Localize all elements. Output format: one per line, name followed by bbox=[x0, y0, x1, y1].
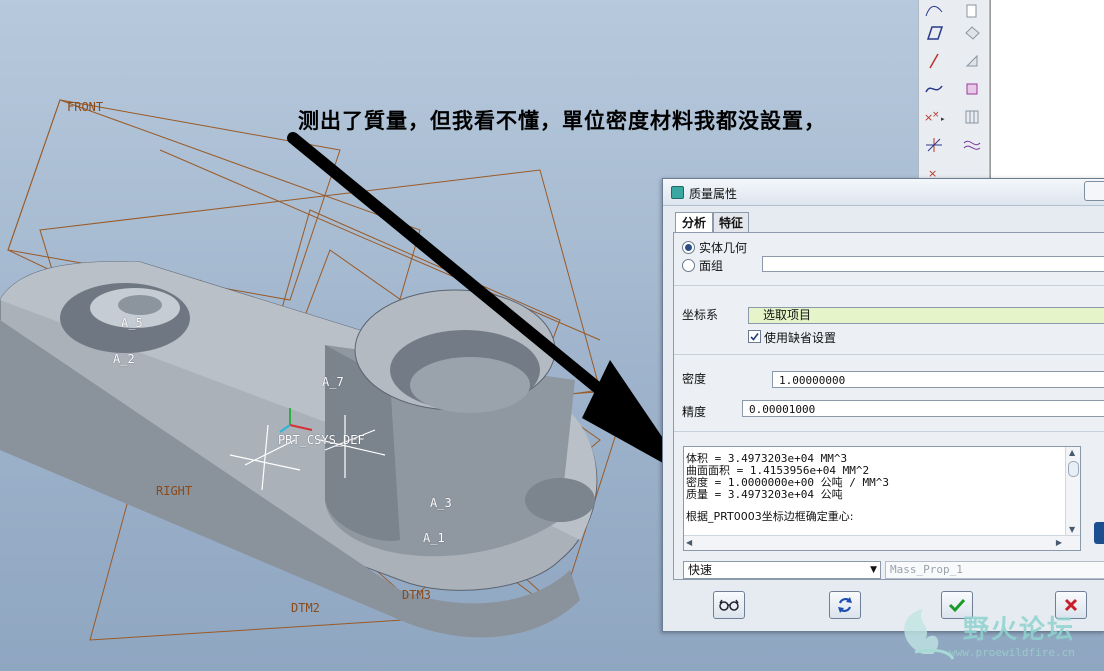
tab-analysis[interactable]: 分析 bbox=[675, 212, 713, 233]
use-default-label: 使用缺省设置 bbox=[764, 331, 837, 345]
mass-properties-dialog: 质量属性 分析 特征 实体几何 面组 坐标系 选取项目 使用缺省设置 密度 1.… bbox=[662, 178, 1104, 632]
mode-select[interactable]: 快速 ▼ bbox=[683, 561, 881, 579]
analysis-name-input[interactable]: Mass_Prop_1 bbox=[885, 561, 1104, 579]
csys-label: PRT_CSYS_DEF bbox=[278, 433, 365, 447]
tb-curve-icon[interactable] bbox=[921, 0, 947, 22]
scroll-thumb[interactable] bbox=[1068, 461, 1079, 477]
graphics-viewport[interactable]: 测出了質量，但我看不懂，單位密度材料我都没設置， FRONT RIGHT DTM… bbox=[0, 0, 1104, 671]
tab-feature[interactable]: 特征 bbox=[713, 212, 749, 233]
separator bbox=[674, 354, 1104, 355]
result-mass: 质量 = 3.4973203e+04 公吨 bbox=[686, 488, 843, 501]
results-textarea[interactable]: 体积 = 3.4973203e+04 MM^3 曲面面积 = 1.4153956… bbox=[683, 446, 1081, 551]
precision-input[interactable]: 0.00001000 bbox=[742, 400, 1104, 417]
datum-label-dtm3: DTM3 bbox=[402, 588, 431, 602]
datum-label-front: FRONT bbox=[67, 100, 104, 114]
separator bbox=[674, 431, 1104, 432]
density-input[interactable]: 1.00000000 bbox=[772, 371, 1104, 388]
close-button[interactable] bbox=[1084, 181, 1104, 201]
precision-label: 精度 bbox=[682, 405, 707, 419]
dialog-titlebar[interactable]: 质量属性 bbox=[663, 179, 1104, 206]
result-centroid-note: 根据_PRT0003坐标边框确定重心: bbox=[686, 510, 854, 523]
axis-label-a7: A_7 bbox=[322, 375, 344, 389]
annotation-text: 测出了質量，但我看不懂，單位密度材料我都没設置， bbox=[298, 108, 826, 133]
radio-solid-geometry[interactable] bbox=[682, 241, 695, 254]
tb-pattern-icon[interactable] bbox=[959, 106, 985, 128]
repeat-button[interactable] bbox=[829, 591, 861, 619]
tb-shape-icon[interactable] bbox=[959, 0, 985, 22]
mode-select-value: 快速 bbox=[688, 563, 713, 577]
separator bbox=[674, 285, 1104, 286]
axis-label-a1: A_1 bbox=[423, 531, 445, 545]
watermark-url: www.proewildfire.cn bbox=[949, 646, 1075, 659]
quilt-select-field[interactable] bbox=[762, 256, 1104, 272]
svg-text:▸: ▸ bbox=[941, 115, 945, 123]
coord-system-label: 坐标系 bbox=[682, 308, 719, 322]
tb-point-icon[interactable]: × × ▸ bbox=[921, 106, 947, 128]
use-default-checkbox[interactable] bbox=[748, 330, 761, 343]
edge-tool-icon[interactable] bbox=[1094, 522, 1104, 544]
svg-text:×: × bbox=[932, 110, 940, 120]
axis-label-a3: A_3 bbox=[430, 496, 452, 510]
tb-axis-icon[interactable] bbox=[921, 50, 947, 72]
axis-label-a5: A_5 bbox=[121, 316, 143, 330]
dialog-title: 质量属性 bbox=[689, 187, 738, 201]
dialog-app-icon bbox=[671, 186, 684, 199]
coord-system-selector[interactable]: 选取项目 bbox=[748, 307, 1104, 324]
tb-spline-icon[interactable] bbox=[921, 78, 947, 100]
results-horizontal-scrollbar[interactable]: ◀ ▶ bbox=[684, 535, 1080, 550]
tb-plane-icon[interactable] bbox=[921, 22, 947, 44]
radio-solid-label: 实体几何 bbox=[699, 241, 748, 255]
glasses-icon bbox=[719, 599, 739, 611]
radio-quilt-label: 面组 bbox=[699, 259, 724, 273]
watermark-text: 野火论坛 bbox=[963, 615, 1076, 645]
watermark: 野火论坛 www.proewildfire.cn bbox=[893, 604, 1104, 671]
chevron-down-icon: ▼ bbox=[870, 565, 877, 575]
tb-chamfer-icon[interactable] bbox=[959, 50, 985, 72]
datum-label-right: RIGHT bbox=[156, 484, 193, 498]
density-label: 密度 bbox=[682, 372, 707, 386]
tb-round-icon[interactable] bbox=[959, 22, 985, 44]
tb-surface-icon[interactable] bbox=[959, 134, 985, 156]
radio-quilt[interactable] bbox=[682, 259, 695, 272]
results-vertical-scrollbar[interactable]: ▲ ▼ bbox=[1065, 447, 1080, 535]
datum-label-dtm2: DTM2 bbox=[291, 601, 320, 615]
tb-fill-icon[interactable] bbox=[959, 78, 985, 100]
preview-button[interactable] bbox=[713, 591, 745, 619]
side-panel bbox=[990, 0, 1104, 180]
tb-csys-icon[interactable] bbox=[921, 134, 947, 156]
refresh-icon bbox=[838, 597, 852, 613]
axis-label-a2: A_2 bbox=[113, 352, 135, 366]
